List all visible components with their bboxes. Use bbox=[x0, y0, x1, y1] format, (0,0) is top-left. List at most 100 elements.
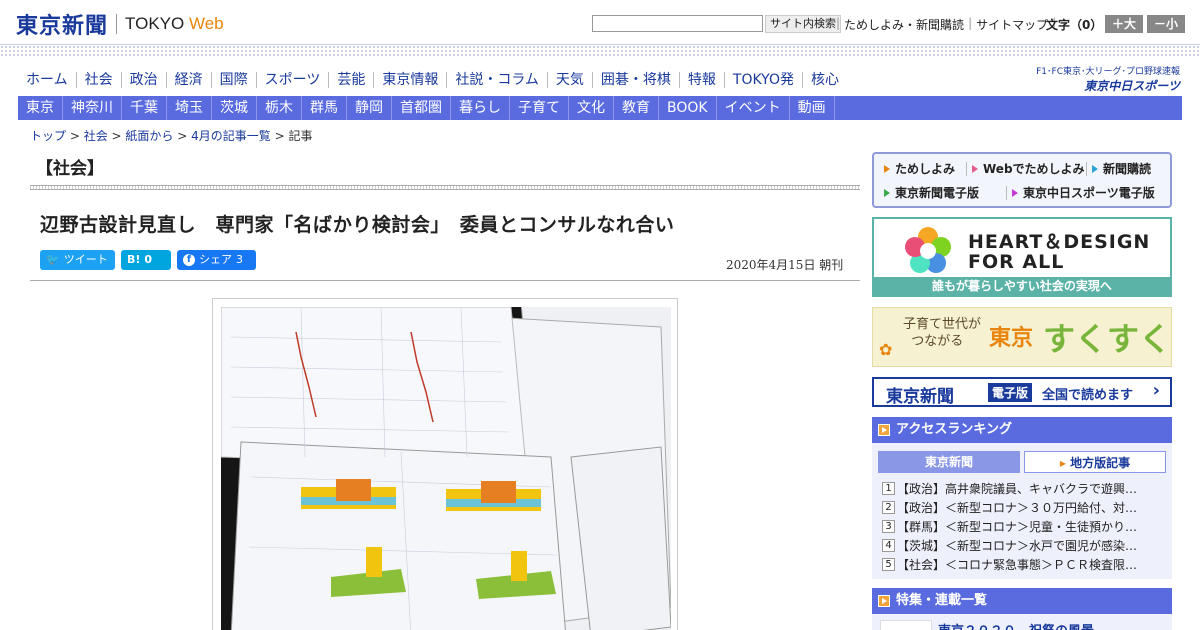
chevron-right-icon: › bbox=[1152, 380, 1160, 401]
breadcrumb-current: 記事 bbox=[288, 129, 313, 143]
breadcrumb-april-list[interactable]: 4月の記事一覧 bbox=[191, 129, 271, 143]
section-divider bbox=[30, 185, 860, 190]
arrow-icon bbox=[1012, 189, 1018, 197]
search-button[interactable]: サイト内検索 bbox=[765, 15, 841, 33]
subnav-saitama[interactable]: 埼玉 bbox=[167, 96, 212, 120]
nav-world[interactable]: 国際 bbox=[210, 72, 256, 88]
search-input[interactable] bbox=[592, 15, 763, 32]
subnav-ibaraki[interactable]: 茨城 bbox=[212, 96, 257, 120]
subscribe-link[interactable]: ためしよみ・新聞購読 bbox=[844, 16, 964, 33]
edition-text: 全国で読めます bbox=[1042, 388, 1134, 403]
promo-web-trial-link[interactable]: Webでためしよみ bbox=[972, 160, 1085, 177]
nav-politics[interactable]: 政治 bbox=[120, 72, 166, 88]
fb-share-count: 3 bbox=[236, 253, 243, 266]
promo-chunichi-digital-link[interactable]: 東京中日スポーツ電子版 bbox=[1012, 184, 1155, 201]
design-documents-illustration bbox=[221, 307, 671, 630]
ranking-item[interactable]: 3 【群馬】＜新型コロナ＞児童・生徒預かり… bbox=[882, 517, 1164, 536]
arrow-icon bbox=[884, 189, 890, 197]
ranking-item[interactable]: 1 【政治】高井衆院議員、キャバクラで遊興… bbox=[882, 479, 1164, 498]
nav-tokyo-hatsu[interactable]: TOKYO発 bbox=[723, 72, 802, 88]
nav-entertainment[interactable]: 芸能 bbox=[328, 72, 373, 88]
ranking-item[interactable]: 2 【政治】＜新型コロナ＞３０万円給付、対… bbox=[882, 498, 1164, 517]
logo-japanese: 東京新聞 bbox=[16, 13, 109, 39]
subnav-gunma[interactable]: 群馬 bbox=[302, 96, 347, 120]
hdfa-tagline: 誰もが暮らしやすい社会の実現へ bbox=[874, 277, 1170, 295]
subnav-kurashi[interactable]: 暮らし bbox=[451, 96, 510, 120]
breadcrumb-society[interactable]: 社会 bbox=[84, 129, 108, 143]
flower-icon: ✿ bbox=[879, 340, 893, 359]
breadcrumb-top[interactable]: トップ bbox=[30, 129, 66, 143]
nav-editorial[interactable]: 社説・コラム bbox=[446, 72, 547, 88]
top-links: | ためしよみ・新聞購読 | サイトマップ | bbox=[836, 16, 1057, 33]
feature-thumbnail[interactable] bbox=[880, 620, 932, 630]
font-bigger-button[interactable]: ＋大 bbox=[1105, 15, 1143, 33]
subnav-bunka[interactable]: 文化 bbox=[569, 96, 614, 120]
nav-society[interactable]: 社会 bbox=[75, 72, 121, 88]
site-logo[interactable]: 東京新聞 TOKYO Web bbox=[16, 8, 224, 40]
ranking-list: 1 【政治】高井衆院議員、キャバクラで遊興… 2 【政治】＜新型コロナ＞３０万円給付… bbox=[882, 479, 1164, 574]
subscription-promo-box: ためしよみ Webでためしよみ 新聞購読 東京新聞電子版 東京中日スポーツ電子版 bbox=[872, 152, 1172, 208]
font-smaller-button[interactable]: －小 bbox=[1147, 15, 1185, 33]
sukusuku-subtitle: 子育て世代が つながる bbox=[903, 317, 982, 349]
ranking-item[interactable]: 5 【社会】＜コロナ緊急事態＞ＰＣＲ検査限… bbox=[882, 555, 1164, 574]
nav-igo-shogi[interactable]: 囲碁・将棋 bbox=[591, 72, 679, 88]
arrow-box-icon bbox=[878, 424, 890, 436]
heart-design-banner[interactable]: HEART＆DESIGN FOR ALL 誰もが暮らしやすい社会の実現へ bbox=[872, 217, 1172, 297]
subnav-book[interactable]: BOOK bbox=[659, 96, 717, 120]
nav-tokuho[interactable]: 特報 bbox=[678, 72, 724, 88]
header-dot-band bbox=[0, 44, 1200, 58]
tab-local-news[interactable]: ▸ 地方版記事 bbox=[1024, 451, 1166, 473]
hatena-bookmark-button[interactable]: B! 0 bbox=[121, 250, 171, 270]
subnav-chiba[interactable]: 千葉 bbox=[122, 96, 167, 120]
breadcrumb-shimen[interactable]: 紙面から bbox=[125, 129, 173, 143]
chunichi-logo: 東京中日スポーツ bbox=[1084, 79, 1180, 93]
subnav-tochigi[interactable]: 栃木 bbox=[257, 96, 302, 120]
subnav-tokyo[interactable]: 東京 bbox=[18, 96, 63, 120]
tweet-button[interactable]: 🐦 ツイート bbox=[40, 250, 115, 270]
nav-weather[interactable]: 天気 bbox=[546, 72, 592, 88]
section-title: 【社会】 bbox=[36, 159, 104, 179]
features-panel: 東京２０２０ 祝祭の風景 bbox=[872, 614, 1172, 630]
nav-tokyo-info[interactable]: 東京情報 bbox=[373, 72, 446, 88]
tokyo-sukusuku-banner[interactable]: ✿ 子育て世代が つながる 東京 すくすく bbox=[872, 307, 1172, 367]
arrow-icon bbox=[1092, 165, 1098, 173]
facebook-share-button[interactable]: f シェア 3 bbox=[177, 250, 256, 270]
promo-digital-edition-link[interactable]: 東京新聞電子版 bbox=[884, 184, 979, 201]
arrow-icon bbox=[972, 165, 978, 173]
subnav-video[interactable]: 動画 bbox=[790, 96, 835, 120]
nav-kakushin[interactable]: 核心 bbox=[801, 72, 847, 88]
tab-tokyo-news[interactable]: 東京新聞 bbox=[878, 451, 1020, 473]
nav-home[interactable]: ホーム bbox=[18, 72, 76, 88]
nav-economy[interactable]: 経済 bbox=[165, 72, 211, 88]
ranking-item[interactable]: 4 【茨城】＜新型コロナ＞水戸で園児が感染… bbox=[882, 536, 1164, 555]
article-photo[interactable] bbox=[221, 307, 671, 630]
article-date: 2020年4月15日 朝刊 bbox=[726, 258, 844, 272]
promo-trial-link[interactable]: ためしよみ bbox=[884, 160, 955, 177]
promo-subscribe-link[interactable]: 新聞購読 bbox=[1092, 160, 1151, 177]
hatena-count: 0 bbox=[144, 253, 153, 266]
breadcrumb: トップ > 社会 > 紙面から > 4月の記事一覧 > 記事 bbox=[30, 129, 313, 143]
twitter-bird-icon: 🐦 bbox=[46, 253, 60, 266]
digital-edition-banner[interactable]: 東京新聞 電子版 全国で読めます › bbox=[872, 377, 1172, 407]
subnav-kyoiku[interactable]: 教育 bbox=[614, 96, 659, 120]
hdfa-title-line1: HEART＆DESIGN bbox=[968, 231, 1151, 253]
subnav-kanagawa[interactable]: 神奈川 bbox=[63, 96, 122, 120]
sitemap-link[interactable]: サイトマップ bbox=[976, 16, 1048, 33]
article-photo-frame bbox=[212, 298, 678, 630]
subnav-kosodate[interactable]: 子育て bbox=[510, 96, 569, 120]
ranking-header: アクセスランキング bbox=[872, 417, 1172, 443]
subnav-shizuoka[interactable]: 静岡 bbox=[347, 96, 392, 120]
ranking-panel: 東京新聞 ▸ 地方版記事 1 【政治】高井衆院議員、キャバクラで遊興… 2 【政治】… bbox=[872, 443, 1172, 579]
regional-nav: 東京 神奈川 千葉 埼玉 茨城 栃木 群馬 静岡 首都圏 暮らし 子育て 文化 … bbox=[18, 96, 1182, 120]
logo-divider bbox=[116, 14, 118, 34]
chunichi-sports-link[interactable]: F1･FC東京･大リーグ･プロ野球速報 東京中日スポーツ bbox=[1030, 64, 1180, 94]
feature-item[interactable]: 東京２０２０ 祝祭の風景 bbox=[938, 620, 1094, 630]
subnav-shutoken[interactable]: 首都圏 bbox=[392, 96, 451, 120]
subnav-event[interactable]: イベント bbox=[717, 96, 790, 120]
fb-share-label: シェア bbox=[199, 253, 232, 266]
article-divider bbox=[30, 280, 860, 281]
hatena-icon: B! bbox=[127, 253, 141, 266]
site-header: 東京新聞 TOKYO Web サイト内検索 | ためしよみ・新聞購読 | サイト… bbox=[0, 0, 1200, 44]
nav-sports[interactable]: スポーツ bbox=[255, 72, 329, 88]
arrow-icon: ▸ bbox=[1059, 456, 1071, 470]
